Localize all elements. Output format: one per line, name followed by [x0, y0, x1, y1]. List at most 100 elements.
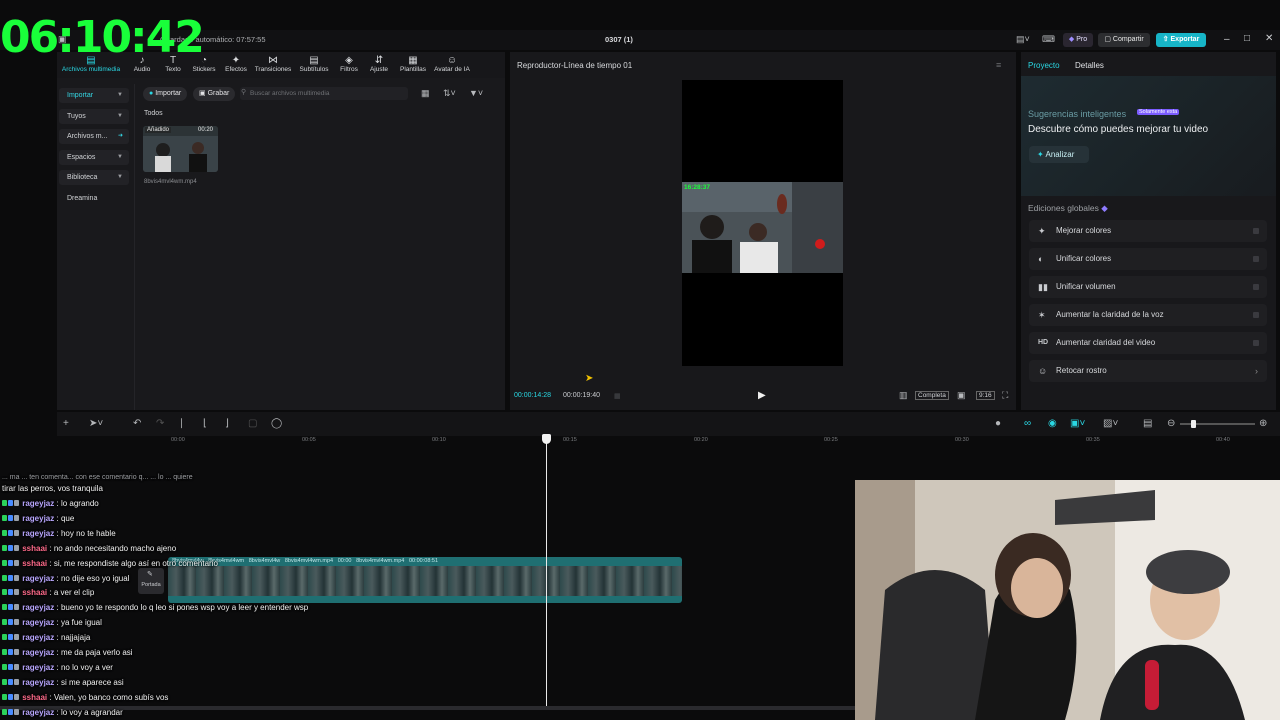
toggle[interactable] [1253, 228, 1259, 234]
chat-username: rageyjaz [22, 618, 55, 628]
chat-username: rageyjaz [22, 648, 55, 657]
trim-right-icon[interactable]: ⌋ [225, 418, 229, 429]
split-screen-icon[interactable]: ▨˅ [1103, 418, 1118, 429]
select-tool-icon[interactable]: ➤˅ [89, 418, 103, 429]
zoom-slider-knob[interactable] [1191, 420, 1196, 428]
nav-files[interactable]: Archivos m... ➜ [59, 129, 129, 144]
share-button[interactable]: ▢ Compartir [1098, 33, 1150, 47]
redo-icon[interactable]: ↷ [156, 418, 164, 429]
toggle[interactable] [1253, 284, 1259, 290]
play-icon[interactable]: ▶ [758, 390, 766, 401]
grid-view-icon[interactable]: ▦ [421, 88, 430, 99]
timecode-icon[interactable]: ▦ [614, 392, 621, 400]
split-icon[interactable]: ∣ [179, 418, 184, 429]
smart-badge: Solamente esta [1137, 109, 1180, 115]
toggle[interactable] [1253, 340, 1259, 346]
tool-templates[interactable]: ▦ Plantillas [394, 55, 432, 73]
timeline-scrollbar[interactable] [0, 706, 855, 710]
global-edit-retouch-face[interactable]: ☺ Retocar rostro › [1029, 360, 1267, 382]
global-edit-label: Aumentar la claridad de la voz [1056, 310, 1164, 319]
menu-icon[interactable]: ≡ [996, 60, 1001, 70]
import-button[interactable]: ● Importar [143, 87, 188, 101]
tool-label: Filtros [340, 66, 358, 73]
nav-dreamina[interactable]: Dreamina [59, 191, 129, 206]
templates-icon: ▦ [408, 55, 418, 66]
chat-message: rageyjaz : lo agrando [2, 498, 99, 510]
close-icon[interactable]: ✕ [1265, 33, 1273, 44]
global-edit-voice-clarity[interactable]: ✶ Aumentar la claridad de la voz [1029, 304, 1267, 326]
chat-badge-icon [2, 529, 7, 536]
fullscreen-icon[interactable]: ⛶ [1002, 390, 1008, 401]
sort-icon[interactable]: ⇅˅ [443, 88, 456, 99]
ratio-button[interactable]: 9:16 [976, 391, 995, 400]
tool-transitions[interactable]: ⋈ Transiciones [250, 55, 296, 73]
chat-text: : si, me respondiste algo así en otro co… [49, 558, 218, 568]
tool-filters[interactable]: ◈ Filtros [332, 55, 366, 73]
toggle[interactable] [1253, 256, 1259, 262]
playhead[interactable] [546, 436, 547, 706]
share-icon: ▢ [1104, 36, 1111, 43]
zoom-to-fit-icon[interactable]: ▤ [1143, 418, 1152, 429]
chat-badge-icon [8, 604, 13, 611]
total-time: 00:00:19:40 [563, 392, 600, 399]
nav-label: Tuyos [67, 113, 86, 120]
nav-yours[interactable]: Tuyos ▼ [59, 109, 129, 124]
tab-project[interactable]: Proyecto [1028, 61, 1060, 70]
voice-icon: ✶ [1038, 310, 1046, 320]
trim-left-icon[interactable]: ⌊ [203, 418, 207, 429]
analyze-button[interactable]: ✦ Analizar [1029, 146, 1089, 163]
chat-badge-icon [14, 604, 19, 611]
crop-icon[interactable]: ▥ [899, 390, 908, 401]
clip-label: 8bvis4mvl4wm.mp4 [284, 558, 334, 564]
microphone-icon[interactable]: ● [995, 418, 1001, 429]
smart-suggestions-title: Sugerencias inteligentes [1028, 109, 1127, 119]
tool-adjust[interactable]: ⇵ Ajuste [362, 55, 396, 73]
chat-message: rageyjaz : lo voy a agrandar [2, 707, 123, 719]
nav-library[interactable]: Biblioteca ▼ [59, 170, 129, 185]
tool-label: Ajuste [369, 66, 389, 73]
tool-ai-avatar[interactable]: ☺ Avatar de IA [430, 55, 474, 73]
nav-label: Importar [67, 92, 94, 99]
tool-label: Avatar de IA [434, 66, 470, 73]
minimize-icon[interactable]: – [1224, 34, 1230, 45]
link-icon[interactable]: ◉ [1048, 418, 1057, 429]
delete-icon[interactable]: ▢ [248, 418, 257, 429]
global-edit-enhance-colors[interactable]: ✦ Mejorar colores [1029, 220, 1267, 242]
media-search-input[interactable]: Buscar archivos multimedia [240, 87, 408, 100]
export-button[interactable]: ⇧ Exportar [1156, 33, 1206, 47]
chat-badge-icon [8, 619, 13, 626]
toggle[interactable] [1253, 312, 1259, 318]
record-button[interactable]: ▣ Grabar [193, 87, 236, 101]
maximize-icon[interactable]: □ [1244, 33, 1250, 44]
global-edit-unify-colors[interactable]: ◐ Unificar colores [1029, 248, 1267, 270]
nav-label: Archivos m... [67, 133, 108, 140]
playhead-handle[interactable] [542, 434, 551, 444]
layout-icon[interactable]: ▤˅ [1016, 34, 1030, 45]
add-track-icon[interactable]: + [63, 418, 69, 429]
nav-import[interactable]: Importar ▼ [59, 88, 129, 103]
chat-username: sshaai [22, 588, 48, 598]
hd-icon: HD [1038, 339, 1049, 346]
zoom-in-icon[interactable]: ⊕ [1259, 418, 1267, 429]
pro-button[interactable]: ◆ Pro [1063, 33, 1093, 47]
nav-label: Dreamina [67, 195, 98, 202]
undo-icon[interactable]: ↶ [133, 418, 141, 429]
record-icon: ▣ [199, 90, 206, 97]
palette-icon: ◐ [1038, 254, 1044, 264]
chat-badge-icon [14, 500, 19, 506]
filter-icon[interactable]: ▼˅ [469, 88, 483, 98]
tab-details[interactable]: Detalles [1075, 61, 1104, 70]
marker-icon[interactable]: ◯ [271, 418, 282, 429]
zoom-out-icon[interactable]: ⊖ [1167, 418, 1175, 429]
global-edit-video-clarity[interactable]: HD Aumentar claridad del video [1029, 332, 1267, 354]
nav-spaces[interactable]: Espacios ▼ [59, 150, 129, 165]
view-mode-button[interactable]: Completa [915, 391, 949, 400]
zoom-fit-icon[interactable]: ▣ [957, 390, 966, 401]
plus-circle-icon: ● [149, 90, 154, 97]
preview-axis-icon[interactable]: ▣˅ [1070, 418, 1085, 429]
tool-effects[interactable]: ✦ Efectos [218, 55, 254, 73]
tool-subtitles[interactable]: ▤ Subtítulos [294, 55, 334, 73]
magnet-icon[interactable]: ∞ [1024, 418, 1031, 429]
global-edit-unify-volume[interactable]: ▮▮ Unificar volumen [1029, 276, 1267, 298]
shortcuts-icon[interactable]: ⌨ [1042, 34, 1055, 45]
